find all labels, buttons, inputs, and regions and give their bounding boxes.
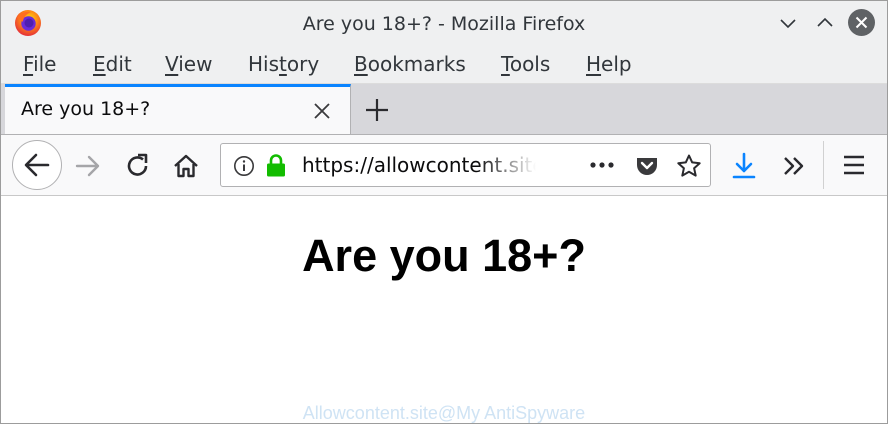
double-chevron-icon[interactable] [781, 154, 807, 178]
back-arrow-icon [24, 153, 50, 177]
tab-strip: Are you 18+? [1, 84, 887, 135]
menu-tools[interactable]: Tools [501, 52, 550, 76]
close-circle-icon[interactable] [847, 8, 876, 37]
forward-arrow-icon[interactable] [73, 151, 103, 181]
more-dots-icon[interactable] [589, 161, 615, 169]
lock-icon[interactable] [265, 153, 287, 177]
close-icon[interactable] [312, 101, 332, 121]
menu-edit[interactable]: Edit [93, 52, 132, 76]
menu-view[interactable]: View [165, 52, 212, 76]
url-text[interactable]: https://allowcontent.site [302, 153, 536, 177]
toolbar-separator [823, 141, 824, 189]
chevron-down-icon[interactable] [776, 11, 800, 35]
menu-bar: File Edit View History Bookmarks Tools H… [1, 45, 887, 84]
back-button[interactable] [12, 140, 62, 190]
title-bar: Are you 18+? - Mozilla Firefox [1, 1, 887, 45]
hamburger-menu-icon[interactable] [842, 154, 866, 176]
chevron-up-icon[interactable] [813, 11, 837, 35]
watermark: Allowcontent.site@My AntiSpyware [302, 403, 586, 423]
tab-title: Are you 18+? [21, 98, 151, 120]
menu-history[interactable]: History [248, 52, 319, 76]
menu-file[interactable]: File [23, 52, 56, 76]
plus-icon[interactable] [363, 96, 391, 124]
info-icon[interactable] [233, 155, 255, 177]
menu-help[interactable]: Help [586, 52, 632, 76]
home-icon[interactable] [172, 152, 200, 180]
pocket-icon[interactable] [635, 154, 659, 178]
window-title: Are you 18+? - Mozilla Firefox [302, 13, 586, 35]
menu-bookmarks[interactable]: Bookmarks [354, 52, 466, 76]
browser-window: Are you 18+? - Mozilla Firefox File Edit… [0, 0, 888, 424]
tab-active[interactable]: Are you 18+? [5, 84, 351, 134]
download-arrow-icon[interactable] [731, 151, 757, 181]
page-content: Are you 18+? Allowcontent.site@My AntiSp… [1, 196, 887, 423]
page-heading: Are you 18+? [302, 230, 586, 281]
navigation-toolbar: https://allowcontent.site [1, 135, 887, 196]
url-bar[interactable]: https://allowcontent.site [220, 143, 711, 187]
reload-icon[interactable] [124, 152, 152, 180]
star-icon[interactable] [676, 153, 702, 179]
